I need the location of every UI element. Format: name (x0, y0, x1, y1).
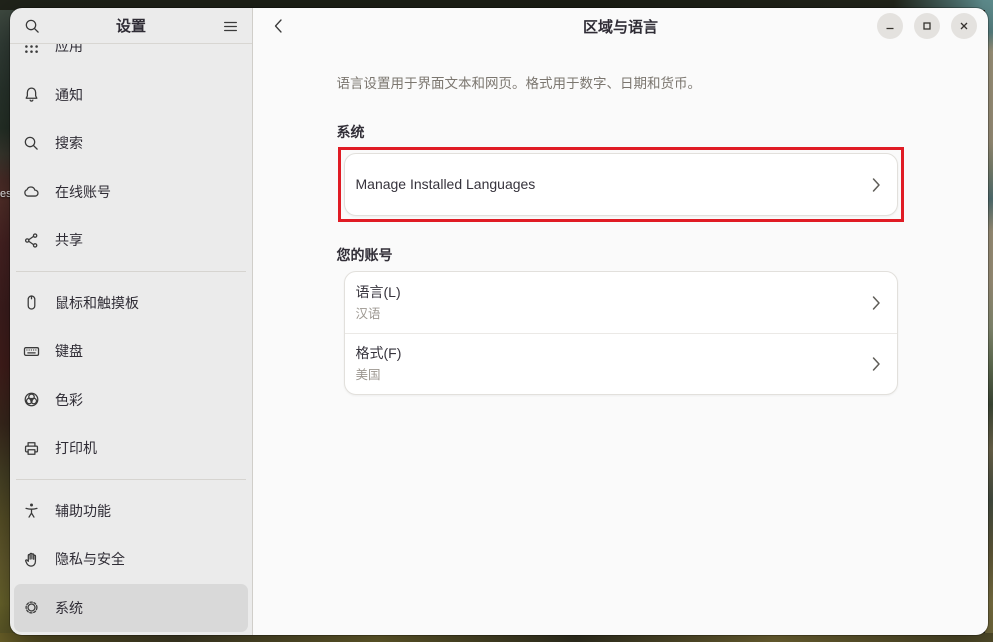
maximize-icon (921, 20, 933, 32)
search-icon (24, 18, 41, 35)
system-card: Manage Installed Languages (344, 153, 898, 216)
sidebar-item-label: 色彩 (55, 390, 83, 410)
language-row-value: 汉语 (356, 307, 872, 322)
printer-icon (23, 440, 40, 457)
cloud-icon (23, 183, 40, 200)
formats-row[interactable]: 格式(F) 美国 (345, 333, 897, 394)
sidebar-item-label: 辅助功能 (55, 501, 111, 521)
sidebar-item-apps[interactable]: 应用 (14, 44, 248, 71)
sidebar-item-system[interactable]: 系统 (14, 584, 248, 633)
mouse-icon (23, 294, 40, 311)
sidebar-item-label: 在线账号 (55, 182, 111, 202)
hamburger-menu-icon (222, 18, 239, 35)
formats-row-value: 美国 (356, 368, 872, 383)
sidebar-item-label: 应用 (55, 44, 83, 56)
system-section-title: 系统 (337, 123, 898, 141)
apps-grid-icon (23, 44, 40, 55)
region-language-page: 语言设置用于界面文本和网页。格式用于数字、日期和货币。 系统 Manage In… (344, 75, 898, 395)
bell-icon (23, 86, 40, 103)
manage-installed-languages-row[interactable]: Manage Installed Languages (345, 154, 897, 215)
keyboard-icon (23, 343, 40, 360)
sidebar-item-online-accounts[interactable]: 在线账号 (14, 168, 248, 217)
sidebar-item-search[interactable]: 搜索 (14, 119, 248, 168)
sidebar-item-sharing[interactable]: 共享 (14, 216, 248, 265)
chevron-right-icon (872, 295, 881, 311)
sidebar-item-accessibility[interactable]: 辅助功能 (14, 487, 248, 536)
sidebar-item-label: 共享 (55, 230, 83, 250)
sidebar-list: 应用 通知 搜索 在线账号 (10, 44, 252, 635)
window-controls (877, 13, 977, 39)
chevron-right-icon (872, 177, 881, 193)
primary-menu-button[interactable] (217, 13, 243, 39)
app-title: 设置 (116, 15, 146, 36)
sidebar-divider (16, 479, 246, 480)
formats-row-label: 格式(F) (356, 345, 872, 362)
sidebar-item-label: 通知 (55, 85, 83, 105)
sidebar-item-label: 搜索 (55, 133, 83, 153)
language-row-label: 语言(L) (356, 284, 872, 301)
red-highlight-box: Manage Installed Languages (338, 147, 904, 222)
search-icon (23, 135, 40, 152)
sidebar-item-mouse-touchpad[interactable]: 鼠标和触摸板 (14, 279, 248, 328)
sidebar-item-label: 打印机 (55, 438, 97, 458)
sidebar-item-color[interactable]: 色彩 (14, 376, 248, 425)
color-profile-icon (23, 391, 40, 408)
main-headerbar: 区域与语言 (253, 8, 988, 44)
settings-window: 设置 应用 通知 (10, 8, 988, 635)
back-chevron-icon (274, 18, 283, 34)
share-icon (23, 232, 40, 249)
sidebar-item-label: 系统 (55, 598, 83, 618)
minimize-button[interactable] (877, 13, 903, 39)
account-section-title: 您的账号 (337, 246, 898, 264)
minimize-icon (884, 20, 896, 32)
sidebar-item-notifications[interactable]: 通知 (14, 71, 248, 120)
sidebar-item-label: 键盘 (55, 341, 83, 361)
search-button[interactable] (19, 13, 45, 39)
sidebar-item-label: 鼠标和触摸板 (55, 293, 139, 313)
sidebar-headerbar: 设置 (10, 8, 252, 44)
sidebar-item-keyboard[interactable]: 键盘 (14, 327, 248, 376)
hand-icon (23, 551, 40, 568)
manage-installed-languages-label: Manage Installed Languages (356, 176, 872, 193)
back-button[interactable] (265, 13, 291, 39)
sidebar: 设置 应用 通知 (10, 8, 253, 635)
account-card: 语言(L) 汉语 格式(F) 美国 (344, 271, 898, 395)
sidebar-item-printers[interactable]: 打印机 (14, 424, 248, 473)
close-button[interactable] (951, 13, 977, 39)
close-icon (958, 20, 970, 32)
chevron-right-icon (872, 356, 881, 372)
sidebar-item-label: 隐私与安全 (55, 549, 125, 569)
sidebar-item-privacy-security[interactable]: 隐私与安全 (14, 535, 248, 584)
language-row[interactable]: 语言(L) 汉语 (345, 272, 897, 333)
accessibility-icon (23, 502, 40, 519)
maximize-button[interactable] (914, 13, 940, 39)
main-pane: 区域与语言 语言设置用于界面文本和网页。格式用于数字、日期和货币。 系统 (253, 8, 988, 635)
sidebar-divider (16, 271, 246, 272)
page-title: 区域与语言 (583, 16, 658, 37)
gear-icon (23, 599, 40, 616)
page-description: 语言设置用于界面文本和网页。格式用于数字、日期和货币。 (337, 75, 898, 93)
